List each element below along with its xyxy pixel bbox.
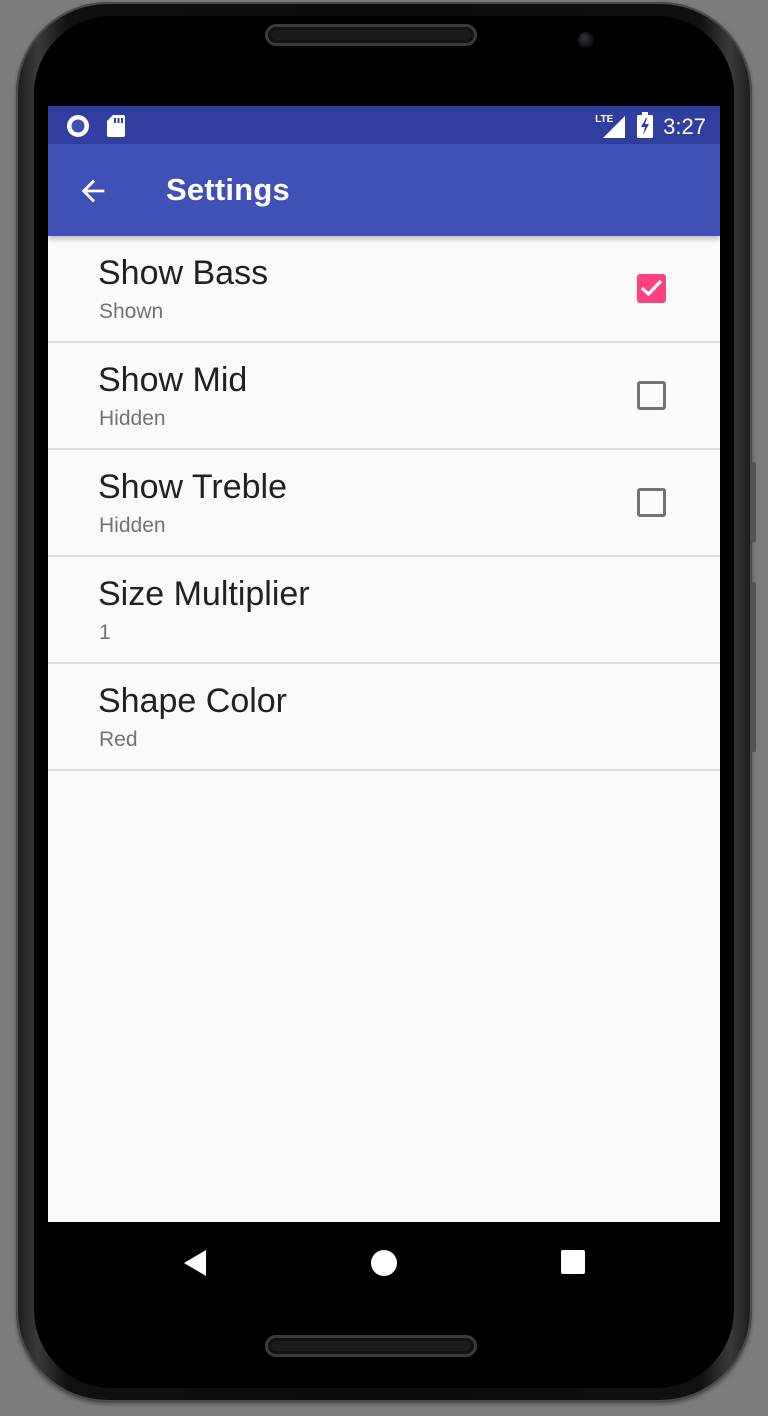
pref-summary: Shown (99, 300, 164, 323)
front-camera (578, 32, 594, 48)
nav-home-button[interactable] (369, 1248, 399, 1282)
show-mid-checkbox[interactable] (637, 381, 666, 410)
arrow-back-icon (81, 179, 105, 203)
notification-circle-icon (66, 114, 90, 142)
home-circle-icon (371, 1250, 397, 1276)
power-button (751, 582, 756, 752)
app-bar: Settings (48, 144, 720, 236)
pref-summary: Hidden (99, 514, 166, 537)
pref-title: Size Multiplier (98, 575, 310, 613)
sd-card-icon (106, 114, 126, 142)
pref-show-treble[interactable]: Show Treble Hidden (48, 450, 720, 557)
preference-list: Show Bass Shown Show Mid Hidden Show Tre… (48, 236, 720, 771)
pref-title: Show Mid (98, 361, 248, 399)
pref-show-bass[interactable]: Show Bass Shown (48, 236, 720, 343)
battery-charging-icon (637, 112, 654, 142)
nav-recents-button[interactable] (560, 1248, 586, 1280)
pref-size-multiplier[interactable]: Size Multiplier 1 (48, 557, 720, 664)
pref-show-mid[interactable]: Show Mid Hidden (48, 343, 720, 450)
pref-title: Shape Color (98, 682, 288, 720)
top-speaker (265, 24, 477, 46)
back-triangle-icon (184, 1250, 206, 1276)
back-button[interactable] (76, 174, 110, 208)
lte-signal-icon: LTE (595, 114, 627, 140)
network-label: LTE (595, 114, 614, 125)
pref-summary: Hidden (99, 407, 166, 430)
checkmark-icon (640, 279, 663, 297)
status-bar: LTE 3:27 (48, 106, 720, 144)
page-title: Settings (166, 172, 290, 207)
bottom-speaker (265, 1335, 477, 1357)
clock: 3:27 (663, 114, 706, 139)
pref-summary: Red (99, 728, 138, 751)
pref-title: Show Bass (98, 254, 269, 292)
show-treble-checkbox[interactable] (637, 488, 666, 517)
pref-summary: 1 (99, 621, 111, 644)
navigation-bar (48, 1222, 720, 1304)
nav-back-button[interactable] (182, 1248, 208, 1282)
volume-button (751, 462, 756, 542)
pref-title: Show Treble (98, 468, 287, 506)
show-bass-checkbox[interactable] (637, 274, 666, 303)
app-screen: LTE 3:27 Settings Show Bass Shown Show M… (48, 106, 720, 1222)
recents-square-icon (561, 1250, 585, 1274)
pref-shape-color[interactable]: Shape Color Red (48, 664, 720, 771)
